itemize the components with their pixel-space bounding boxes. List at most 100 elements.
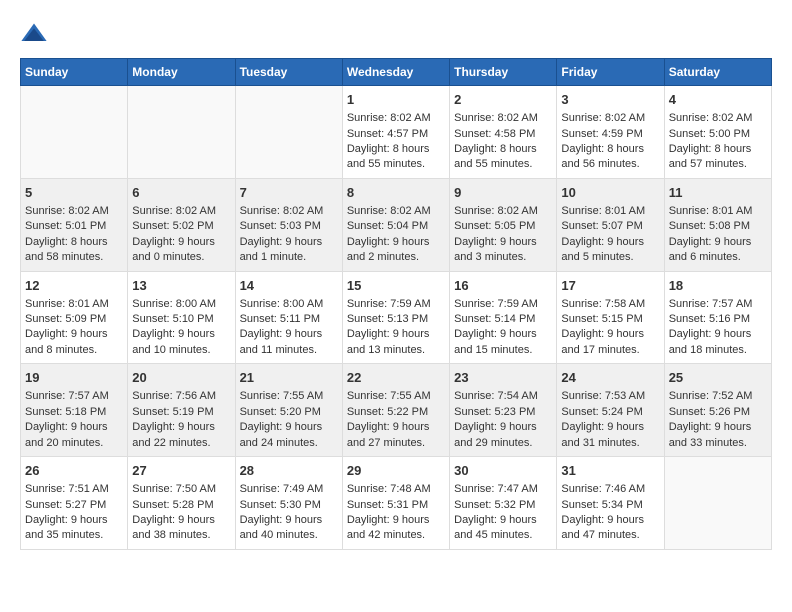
day-info: Sunrise: 7:47 AM: [454, 482, 552, 497]
calendar-cell: 31Sunrise: 7:46 AMSunset: 5:34 PMDayligh…: [557, 457, 664, 550]
day-info: Sunset: 5:22 PM: [347, 405, 445, 420]
day-number: 27: [132, 462, 230, 480]
calendar-week-5: 26Sunrise: 7:51 AMSunset: 5:27 PMDayligh…: [21, 457, 772, 550]
calendar-cell: 20Sunrise: 7:56 AMSunset: 5:19 PMDayligh…: [128, 364, 235, 457]
day-info: and 27 minutes.: [347, 436, 445, 451]
day-number: 28: [240, 462, 338, 480]
calendar-cell: 8Sunrise: 8:02 AMSunset: 5:04 PMDaylight…: [342, 178, 449, 271]
day-info: Sunset: 5:18 PM: [25, 405, 123, 420]
day-info: and 15 minutes.: [454, 343, 552, 358]
day-number: 26: [25, 462, 123, 480]
day-info: Sunrise: 7:51 AM: [25, 482, 123, 497]
calendar-cell: [235, 86, 342, 179]
day-info: Sunset: 5:19 PM: [132, 405, 230, 420]
day-info: and 10 minutes.: [132, 343, 230, 358]
day-info: and 6 minutes.: [669, 250, 767, 265]
day-number: 22: [347, 369, 445, 387]
calendar-cell: 9Sunrise: 8:02 AMSunset: 5:05 PMDaylight…: [450, 178, 557, 271]
calendar-table: SundayMondayTuesdayWednesdayThursdayFrid…: [20, 58, 772, 550]
day-info: Sunset: 5:10 PM: [132, 312, 230, 327]
day-info: Daylight: 9 hours: [454, 420, 552, 435]
day-info: and 11 minutes.: [240, 343, 338, 358]
day-info: Sunrise: 7:57 AM: [25, 389, 123, 404]
day-info: Sunset: 5:30 PM: [240, 498, 338, 513]
day-info: Sunrise: 8:00 AM: [240, 297, 338, 312]
weekday-sunday: Sunday: [21, 59, 128, 86]
day-info: Sunset: 5:08 PM: [669, 219, 767, 234]
day-number: 2: [454, 91, 552, 109]
day-info: Daylight: 9 hours: [561, 327, 659, 342]
day-info: and 35 minutes.: [25, 528, 123, 543]
day-number: 21: [240, 369, 338, 387]
day-info: Sunset: 5:11 PM: [240, 312, 338, 327]
day-info: Daylight: 9 hours: [454, 513, 552, 528]
day-info: and 17 minutes.: [561, 343, 659, 358]
day-info: and 29 minutes.: [454, 436, 552, 451]
calendar-week-2: 5Sunrise: 8:02 AMSunset: 5:01 PMDaylight…: [21, 178, 772, 271]
day-info: Sunset: 5:09 PM: [25, 312, 123, 327]
weekday-header-row: SundayMondayTuesdayWednesdayThursdayFrid…: [21, 59, 772, 86]
calendar-cell: 21Sunrise: 7:55 AMSunset: 5:20 PMDayligh…: [235, 364, 342, 457]
day-info: Daylight: 9 hours: [669, 327, 767, 342]
day-info: Sunset: 5:31 PM: [347, 498, 445, 513]
day-number: 29: [347, 462, 445, 480]
calendar-cell: [128, 86, 235, 179]
weekday-thursday: Thursday: [450, 59, 557, 86]
day-info: Sunset: 5:23 PM: [454, 405, 552, 420]
weekday-friday: Friday: [557, 59, 664, 86]
calendar-header: SundayMondayTuesdayWednesdayThursdayFrid…: [21, 59, 772, 86]
day-info: Sunset: 5:03 PM: [240, 219, 338, 234]
day-info: Daylight: 9 hours: [25, 420, 123, 435]
calendar-body: 1Sunrise: 8:02 AMSunset: 4:57 PMDaylight…: [21, 86, 772, 550]
day-number: 30: [454, 462, 552, 480]
day-info: Daylight: 8 hours: [25, 235, 123, 250]
day-number: 14: [240, 277, 338, 295]
day-info: Daylight: 9 hours: [347, 327, 445, 342]
day-info: and 55 minutes.: [454, 157, 552, 172]
day-info: and 0 minutes.: [132, 250, 230, 265]
day-info: Sunset: 5:24 PM: [561, 405, 659, 420]
calendar-cell: 12Sunrise: 8:01 AMSunset: 5:09 PMDayligh…: [21, 271, 128, 364]
day-info: Daylight: 9 hours: [132, 235, 230, 250]
day-info: and 24 minutes.: [240, 436, 338, 451]
calendar-cell: 2Sunrise: 8:02 AMSunset: 4:58 PMDaylight…: [450, 86, 557, 179]
calendar-week-4: 19Sunrise: 7:57 AMSunset: 5:18 PMDayligh…: [21, 364, 772, 457]
calendar-cell: 26Sunrise: 7:51 AMSunset: 5:27 PMDayligh…: [21, 457, 128, 550]
day-number: 24: [561, 369, 659, 387]
day-info: Sunrise: 8:02 AM: [347, 204, 445, 219]
calendar-cell: [21, 86, 128, 179]
calendar-cell: 11Sunrise: 8:01 AMSunset: 5:08 PMDayligh…: [664, 178, 771, 271]
calendar-cell: 7Sunrise: 8:02 AMSunset: 5:03 PMDaylight…: [235, 178, 342, 271]
day-info: Sunrise: 7:52 AM: [669, 389, 767, 404]
calendar-cell: 1Sunrise: 8:02 AMSunset: 4:57 PMDaylight…: [342, 86, 449, 179]
day-info: Sunset: 5:05 PM: [454, 219, 552, 234]
day-info: Daylight: 9 hours: [454, 327, 552, 342]
day-number: 3: [561, 91, 659, 109]
day-info: Sunset: 5:01 PM: [25, 219, 123, 234]
day-info: Sunrise: 7:57 AM: [669, 297, 767, 312]
day-info: Sunset: 5:28 PM: [132, 498, 230, 513]
day-info: Daylight: 9 hours: [561, 513, 659, 528]
day-info: and 33 minutes.: [669, 436, 767, 451]
page-header: [20, 20, 772, 48]
day-number: 16: [454, 277, 552, 295]
day-info: Sunrise: 7:46 AM: [561, 482, 659, 497]
day-info: Sunrise: 7:56 AM: [132, 389, 230, 404]
day-info: and 8 minutes.: [25, 343, 123, 358]
day-info: Sunset: 4:58 PM: [454, 127, 552, 142]
day-info: Sunrise: 7:49 AM: [240, 482, 338, 497]
day-info: Sunset: 4:59 PM: [561, 127, 659, 142]
day-info: and 3 minutes.: [454, 250, 552, 265]
day-number: 25: [669, 369, 767, 387]
day-info: Sunset: 5:16 PM: [669, 312, 767, 327]
day-info: and 38 minutes.: [132, 528, 230, 543]
day-info: Sunset: 4:57 PM: [347, 127, 445, 142]
day-number: 18: [669, 277, 767, 295]
day-info: Sunrise: 8:02 AM: [347, 111, 445, 126]
day-info: and 57 minutes.: [669, 157, 767, 172]
day-info: and 58 minutes.: [25, 250, 123, 265]
day-info: and 18 minutes.: [669, 343, 767, 358]
day-info: Sunrise: 8:02 AM: [240, 204, 338, 219]
calendar-cell: 16Sunrise: 7:59 AMSunset: 5:14 PMDayligh…: [450, 271, 557, 364]
day-number: 4: [669, 91, 767, 109]
